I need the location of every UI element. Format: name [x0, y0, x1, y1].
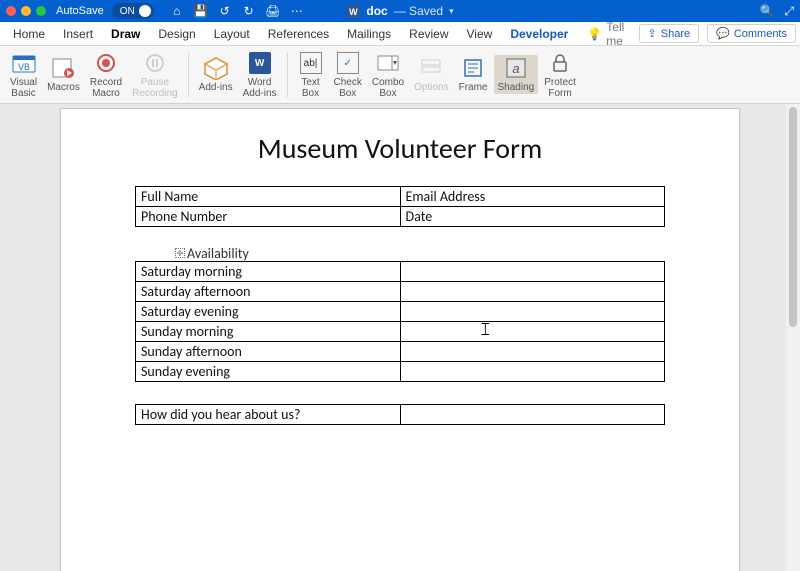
word-addins-button[interactable]: W WordAdd-ins	[239, 50, 281, 99]
tell-me-search[interactable]: 💡 Tell me	[587, 20, 638, 48]
svg-text:W: W	[349, 7, 358, 17]
tab-developer[interactable]: Developer	[501, 23, 577, 45]
pause-icon	[142, 50, 168, 76]
form-title: Museum Volunteer Form	[121, 131, 679, 166]
tab-references[interactable]: References	[259, 23, 338, 45]
check-box-button[interactable]: ✓ CheckBox	[330, 50, 366, 99]
visual-basic-button[interactable]: VB VisualBasic	[6, 50, 41, 99]
home-icon[interactable]: ⌂	[170, 4, 184, 18]
pause-recording-button: PauseRecording	[128, 50, 182, 99]
hear-about-table[interactable]: How did you hear about us?	[135, 404, 665, 425]
phone-cell[interactable]: Phone Number	[136, 207, 401, 227]
document-scroll-area[interactable]: Museum Volunteer Form Full Name Email Ad…	[0, 104, 800, 571]
ribbon-tabs: HomeInsertDrawDesignLayoutReferencesMail…	[0, 22, 800, 46]
autosave-knob	[139, 5, 151, 17]
redo-icon[interactable]: ↻	[242, 4, 256, 18]
hear-about-cell[interactable]: How did you hear about us?	[136, 405, 401, 425]
visual-basic-icon: VB	[11, 50, 37, 76]
search-icon[interactable]: 🔍	[759, 4, 774, 19]
undo-icon[interactable]: ↺	[218, 4, 232, 18]
contact-table[interactable]: Full Name Email Address Phone Number Dat…	[135, 186, 665, 227]
minimize-window-button[interactable]	[21, 6, 31, 16]
macros-icon	[50, 55, 76, 81]
word-addins-icon: W	[247, 50, 273, 76]
availability-slot-label[interactable]: Saturday morning	[136, 262, 401, 282]
record-macro-icon	[93, 50, 119, 76]
tell-me-label: Tell me	[606, 20, 638, 48]
save-icon[interactable]: 💾	[194, 4, 208, 18]
tab-mailings[interactable]: Mailings	[338, 23, 400, 45]
close-window-button[interactable]	[6, 6, 16, 16]
check-box-icon: ✓	[335, 50, 361, 76]
tab-layout[interactable]: Layout	[205, 23, 259, 45]
vertical-scrollbar[interactable]	[786, 104, 800, 571]
availability-table[interactable]: Saturday morningSaturday afternoonSaturd…	[135, 261, 665, 382]
options-button: Options	[410, 55, 452, 94]
comments-button[interactable]: 💬 Comments	[707, 24, 796, 43]
lock-icon	[547, 50, 573, 76]
window-controls	[6, 6, 46, 16]
ribbon-mode-icon[interactable]: ⤢	[784, 4, 794, 19]
shading-icon: a	[503, 55, 529, 81]
hear-about-input-cell[interactable]	[400, 405, 665, 425]
table-move-handle-icon[interactable]: ✢	[175, 248, 185, 258]
availability-slot-label[interactable]: Saturday afternoon	[136, 282, 401, 302]
more-icon[interactable]: ⋯	[290, 4, 304, 18]
date-cell[interactable]: Date	[400, 207, 665, 227]
document-status: — Saved	[394, 4, 443, 18]
tab-home[interactable]: Home	[4, 23, 54, 45]
email-cell[interactable]: Email Address	[400, 187, 665, 207]
availability-slot-input[interactable]	[400, 262, 665, 282]
ribbon: VB VisualBasic Macros RecordMacro PauseR…	[0, 46, 800, 104]
frame-icon	[460, 55, 486, 81]
document-page[interactable]: Museum Volunteer Form Full Name Email Ad…	[60, 108, 740, 571]
print-icon[interactable]: 🖨	[266, 4, 280, 18]
text-box-button[interactable]: ab| TextBox	[294, 50, 328, 99]
autosave-state: ON	[120, 6, 135, 17]
full-name-cell[interactable]: Full Name	[136, 187, 401, 207]
autosave-toggle[interactable]: ON	[112, 3, 154, 19]
availability-slot-input[interactable]	[400, 282, 665, 302]
availability-label: Availability	[187, 245, 249, 262]
availability-slot-label[interactable]: Sunday afternoon	[136, 342, 401, 362]
shading-button[interactable]: a Shading	[494, 55, 539, 94]
tab-insert[interactable]: Insert	[54, 23, 102, 45]
tab-draw[interactable]: Draw	[102, 23, 149, 45]
share-button[interactable]: ⇪ Share	[639, 24, 700, 43]
availability-slot-input[interactable]	[400, 342, 665, 362]
autosave-label: AutoSave	[56, 5, 104, 17]
share-icon: ⇪	[648, 27, 657, 40]
macros-button[interactable]: Macros	[43, 55, 84, 94]
zoom-window-button[interactable]	[36, 6, 46, 16]
svg-text:a: a	[512, 61, 519, 76]
titlebar: AutoSave ON ⌂ 💾 ↺ ↻ 🖨 ⋯ W doc — Saved ▾ …	[0, 0, 800, 22]
share-label: Share	[661, 28, 690, 40]
availability-slot-input[interactable]	[400, 302, 665, 322]
lightbulb-icon: 💡	[587, 27, 602, 41]
availability-slot-label[interactable]: Saturday evening	[136, 302, 401, 322]
availability-slot-input[interactable]	[400, 322, 665, 342]
protect-form-button[interactable]: ProtectForm	[540, 50, 580, 99]
availability-slot-label[interactable]: Sunday evening	[136, 362, 401, 382]
text-box-icon: ab|	[298, 50, 324, 76]
addins-button[interactable]: Add-ins	[195, 55, 237, 94]
tab-design[interactable]: Design	[149, 23, 204, 45]
options-icon	[418, 55, 444, 81]
tab-review[interactable]: Review	[400, 23, 457, 45]
availability-slot-input[interactable]	[400, 362, 665, 382]
frame-button[interactable]: Frame	[455, 55, 492, 94]
availability-slot-label[interactable]: Sunday morning	[136, 322, 401, 342]
record-macro-button[interactable]: RecordMacro	[86, 50, 126, 99]
tab-view[interactable]: View	[458, 23, 502, 45]
addins-icon	[203, 55, 229, 81]
comments-label: Comments	[734, 28, 787, 40]
scrollbar-thumb[interactable]	[789, 107, 797, 327]
comment-icon: 💬	[716, 27, 730, 40]
document-name: doc	[366, 4, 387, 18]
combo-box-icon	[375, 50, 401, 76]
combo-box-button[interactable]: ComboBox	[368, 50, 408, 99]
svg-text:VB: VB	[18, 62, 30, 72]
title-chevron-down-icon[interactable]: ▾	[449, 6, 454, 17]
word-app-icon: W	[346, 4, 360, 18]
